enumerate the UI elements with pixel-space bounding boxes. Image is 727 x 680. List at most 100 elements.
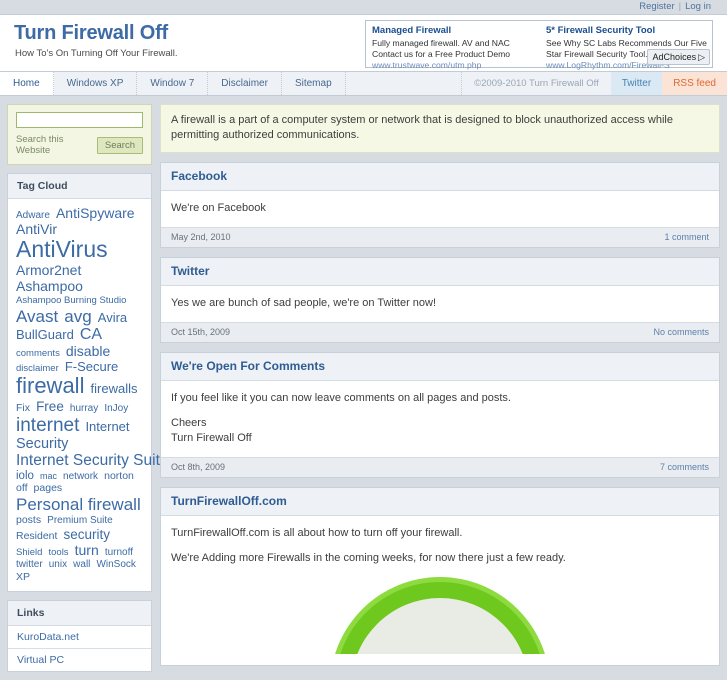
tag-link[interactable]: firewall (16, 373, 84, 398)
register-link[interactable]: Register (635, 1, 678, 12)
tag-link[interactable]: Ashampoo Burning Studio (16, 295, 126, 307)
tag-link[interactable]: firewalls (91, 381, 138, 397)
tag-link[interactable]: twitter (16, 559, 43, 570)
tag-link[interactable]: AntiVir (16, 221, 57, 237)
tag-link[interactable]: Avira (98, 310, 127, 325)
post-list: Facebook We're on Facebook May 2nd, 2010 1 … (160, 162, 720, 666)
tag-link[interactable]: Internet Security Suite (16, 452, 169, 469)
post-title[interactable]: TurnFirewallOff.com (171, 494, 287, 508)
ad-title[interactable]: 5* Firewall Security Tool (546, 25, 714, 37)
site-title[interactable]: Turn Firewall Off (14, 22, 168, 45)
tag-link[interactable]: hurray (70, 403, 98, 414)
list-item: Virtual PC (8, 649, 151, 671)
tag-link[interactable]: iolo (16, 470, 34, 482)
post-body: Yes we are bunch of sad people, we're on… (161, 286, 719, 322)
post-title[interactable]: Facebook (171, 169, 227, 183)
tag-link[interactable]: AntiVirus (16, 236, 108, 262)
post-title[interactable]: We're Open For Comments (171, 359, 325, 373)
nav-item-home[interactable]: Home (0, 72, 54, 95)
sidebar: Search this Website Search Tag Cloud Adw… (7, 104, 169, 680)
tag-link[interactable]: Security (16, 436, 68, 452)
tag-link[interactable]: Free (36, 399, 64, 414)
tag-link[interactable]: CA (80, 326, 102, 343)
search-row: Search this Website Search (16, 134, 143, 156)
post-meta: May 2nd, 2010 1 comment (161, 227, 719, 247)
tag-link[interactable]: F-Secure (65, 359, 118, 374)
tag-cloud-list: Adware AntiSpyware AntiVir AntiVirus Arm… (8, 199, 169, 591)
nav-item-disclaimer[interactable]: Disclaimer (208, 72, 282, 95)
tag-link[interactable]: Personal firewall (16, 495, 141, 514)
ad-title[interactable]: Managed Firewall (372, 25, 540, 37)
tag-link[interactable]: turn (75, 542, 99, 558)
link-item[interactable]: Virtual PC (17, 654, 64, 666)
tag-link[interactable]: Adware (16, 210, 50, 221)
post-comments-link[interactable]: 1 comment (664, 232, 709, 242)
tag-link[interactable]: Fix (16, 402, 30, 414)
tag-link[interactable]: Armor2net (16, 262, 81, 278)
tag-link[interactable]: Premium Suite (47, 515, 113, 526)
site-tagline: How To's On Turning Off Your Firewall. (15, 48, 178, 59)
tag-link[interactable]: security (64, 527, 111, 542)
tag-link[interactable]: internet (16, 415, 79, 436)
login-link[interactable]: Log in (681, 1, 715, 12)
tag-link[interactable]: InJoy (104, 403, 128, 414)
post-paragraph: TurnFirewallOff.com is all about how to … (171, 527, 463, 539)
post-header: Twitter (161, 258, 719, 286)
tag-link[interactable]: AntiSpyware (56, 205, 135, 221)
tag-link[interactable]: wall (73, 559, 90, 570)
post-body: TurnFirewallOff.com is all about how to … (161, 516, 719, 665)
main-column: A firewall is a part of a computer syste… (160, 104, 720, 680)
tag-link[interactable]: pages (34, 482, 63, 495)
post-comments-link[interactable]: 7 comments (660, 462, 709, 472)
post-header: We're Open For Comments (161, 353, 719, 381)
tag-link[interactable]: turnoff (105, 547, 133, 558)
tag-link[interactable]: unix (49, 559, 67, 570)
links-title: Links (8, 601, 151, 627)
ad-url[interactable]: www.trustwave.com/utm.php (372, 60, 532, 71)
tag-link[interactable]: BullGuard (16, 327, 74, 342)
post-comments-link[interactable]: No comments (653, 327, 709, 337)
tag-link[interactable]: network (63, 471, 98, 482)
tag-link[interactable]: mac (40, 471, 57, 481)
tag-link[interactable]: Avast (16, 307, 58, 326)
post-header: TurnFirewallOff.com (161, 488, 719, 516)
nav-item-window-7[interactable]: Window 7 (137, 72, 209, 95)
nav-item-rss-feed[interactable]: RSS feed (662, 72, 727, 95)
nav-item-windows-xp[interactable]: Windows XP (54, 72, 138, 95)
green-shield-logo-icon (171, 576, 709, 654)
adchoices-label: AdChoices (652, 52, 697, 62)
advertisement-block: Managed Firewall Fully managed firewall.… (365, 20, 714, 71)
site-header: Turn Firewall Off How To's On Turning Of… (0, 14, 727, 72)
post: TurnFirewallOff.com TurnFirewallOff.com i… (160, 487, 720, 666)
search-input[interactable] (16, 112, 143, 128)
tag-link[interactable]: posts (16, 514, 41, 526)
tag-link[interactable]: Shield (16, 547, 42, 558)
search-label: Search this Website (16, 134, 64, 156)
list-item: KuroData.net (8, 626, 151, 650)
tag-link[interactable]: disable (66, 343, 110, 359)
nav-item-twitter[interactable]: Twitter (610, 72, 663, 95)
content-area: Search this Website Search Tag Cloud Adw… (0, 96, 727, 680)
tag-link[interactable]: Resident (16, 530, 57, 542)
tag-link[interactable]: tools (48, 547, 68, 558)
ad-unit[interactable]: Managed Firewall Fully managed firewall.… (372, 25, 540, 71)
link-item[interactable]: KuroData.net (17, 631, 79, 643)
adchoices-triangle-icon: ▷ (698, 52, 705, 62)
tag-link[interactable]: WinSock (96, 559, 135, 570)
search-button[interactable]: Search (96, 136, 143, 154)
tag-link[interactable]: Internet (85, 419, 129, 434)
post-meta: Oct 15th, 2009 No comments (161, 322, 719, 342)
tag-link[interactable]: norton (104, 470, 134, 482)
tag-link[interactable]: XP (16, 571, 30, 583)
search-widget: Search this Website Search (7, 104, 152, 165)
post-paragraph: We're on Facebook (171, 202, 266, 214)
tag-link[interactable]: off (16, 482, 27, 495)
tag-link[interactable]: avg (64, 307, 91, 326)
tag-link[interactable]: disclaimer (16, 363, 59, 374)
post-title[interactable]: Twitter (171, 264, 209, 278)
nav-item-sitemap[interactable]: Sitemap (282, 72, 346, 95)
tag-cloud-title: Tag Cloud (8, 174, 151, 199)
adchoices-button[interactable]: AdChoices ▷ (646, 49, 710, 65)
tag-link[interactable]: comments (16, 348, 60, 359)
tag-link[interactable]: Ashampoo (16, 278, 83, 294)
